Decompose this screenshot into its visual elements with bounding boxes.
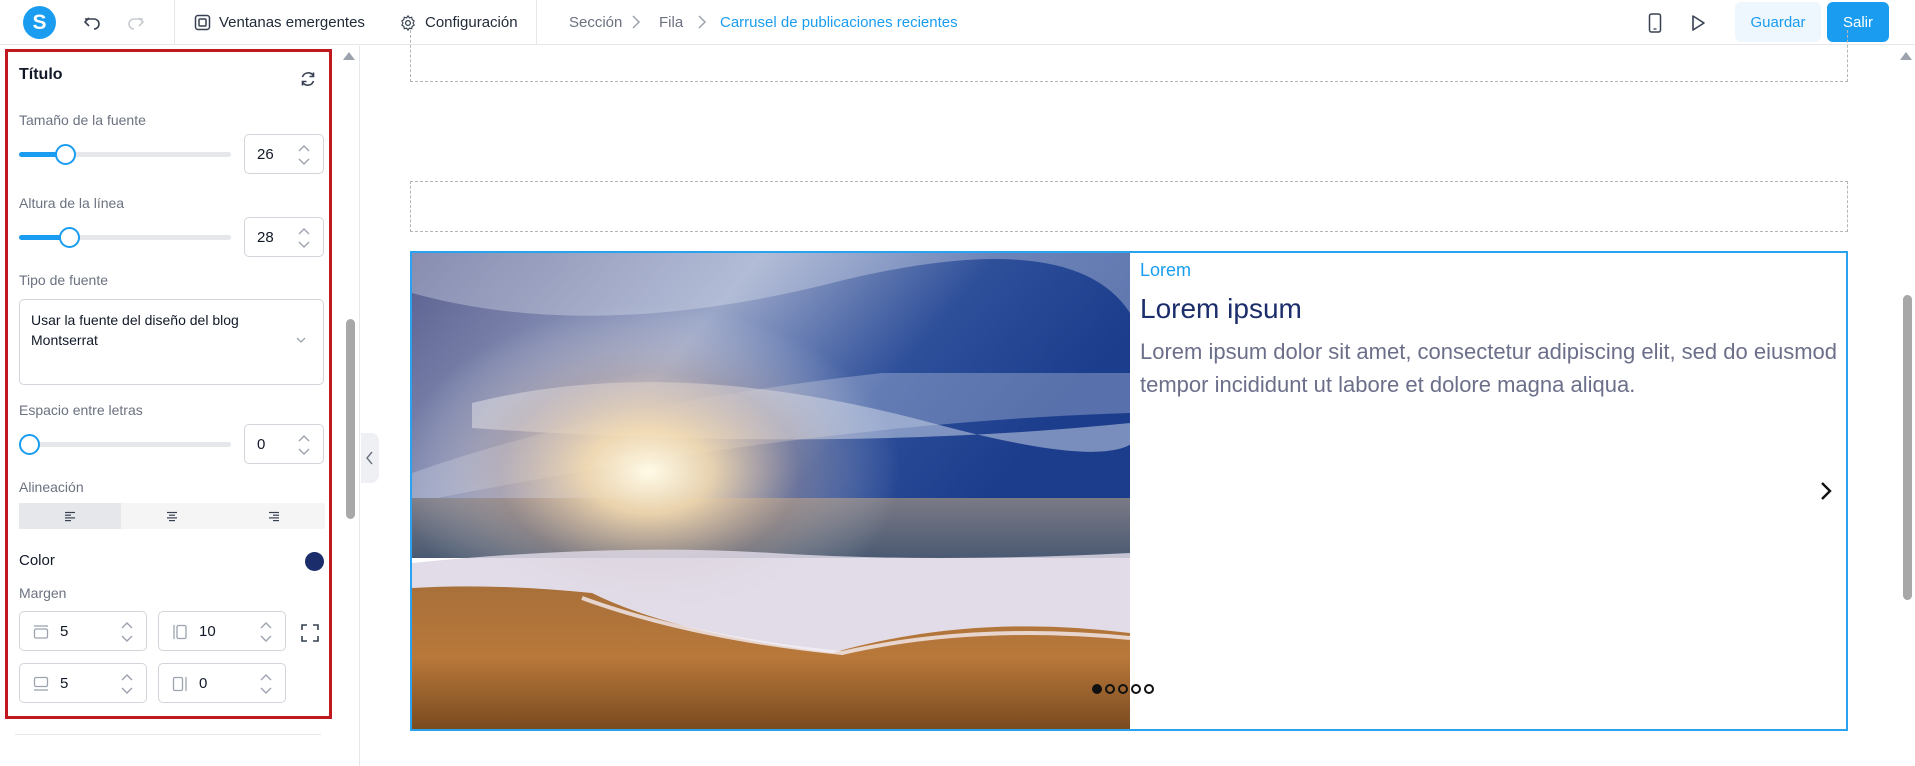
font-size-label: Tamaño de la fuente — [19, 112, 146, 128]
panel-title: Título — [19, 66, 63, 83]
margin-left-value: 0 — [199, 675, 208, 692]
letter-spacing-slider[interactable] — [19, 434, 231, 455]
line-height-slider[interactable] — [19, 227, 231, 248]
carousel-pagination — [1092, 684, 1154, 694]
stepper-icon[interactable] — [120, 671, 134, 697]
expand-icon[interactable] — [300, 623, 320, 643]
post-excerpt: Lorem ipsum dolor sit amet, consectetur … — [1140, 339, 1838, 397]
scroll-up-arrow[interactable] — [343, 52, 355, 60]
carousel-dot[interactable] — [1131, 684, 1141, 694]
color-swatch[interactable] — [305, 552, 324, 571]
font-type-select[interactable]: Usar la fuente del diseño del blog Monts… — [19, 299, 324, 385]
margin-top-icon — [33, 625, 49, 639]
collapse-sidebar-button[interactable] — [361, 433, 379, 483]
chevron-right-icon[interactable] — [1814, 479, 1838, 503]
margin-label: Margen — [19, 585, 67, 601]
align-left-icon — [65, 511, 75, 521]
font-type-option-line: Usar la fuente del diseño del blog — [31, 312, 239, 328]
stepper-icon[interactable] — [120, 619, 134, 645]
color-label: Color — [19, 552, 55, 569]
carousel-dot[interactable] — [1118, 684, 1128, 694]
font-size-slider[interactable] — [19, 144, 231, 165]
chevron-left-icon — [366, 451, 373, 465]
empty-block-placeholder[interactable] — [410, 30, 1848, 82]
align-center-icon — [167, 511, 177, 521]
redo-icon[interactable] — [124, 11, 148, 35]
post-image — [412, 253, 1130, 729]
align-left-button[interactable] — [19, 503, 121, 529]
line-height-input[interactable]: 28 — [244, 217, 324, 257]
carousel-dot[interactable] — [1144, 684, 1154, 694]
title-settings-panel: Título Tamaño de la fuente 26 Altura de … — [5, 49, 332, 719]
margin-bottom-icon — [33, 676, 49, 691]
align-right-button[interactable] — [223, 503, 325, 529]
font-type-value: Montserrat — [31, 332, 98, 348]
carousel-dot[interactable] — [1105, 684, 1115, 694]
canvas-scrollbar[interactable] — [1903, 295, 1912, 600]
toolbar-divider — [174, 0, 175, 45]
alignment-label: Alineación — [19, 479, 84, 495]
slider-thumb[interactable] — [19, 434, 40, 455]
margin-bottom-value: 5 — [60, 675, 69, 692]
align-center-button[interactable] — [121, 503, 223, 529]
font-type-label: Tipo de fuente — [19, 272, 108, 288]
popups-button[interactable]: Ventanas emergentes — [194, 0, 365, 45]
margin-left-input[interactable]: 0 — [158, 663, 286, 703]
font-size-value: 26 — [257, 146, 274, 163]
letter-spacing-input[interactable]: 0 — [244, 424, 324, 464]
popup-icon — [194, 14, 211, 31]
line-height-value: 28 — [257, 229, 274, 246]
carousel-dot[interactable] — [1092, 684, 1102, 694]
post-category[interactable]: Lorem — [1140, 260, 1191, 281]
align-right-icon — [269, 511, 279, 521]
app-logo[interactable]: S — [23, 6, 56, 39]
stepper-icon[interactable] — [297, 432, 311, 458]
stepper-icon[interactable] — [297, 142, 311, 168]
margin-top-input[interactable]: 5 — [19, 611, 147, 651]
stepper-icon[interactable] — [259, 671, 273, 697]
letter-spacing-value: 0 — [257, 436, 266, 453]
slider-thumb[interactable] — [59, 227, 80, 248]
letter-spacing-label: Espacio entre letras — [19, 402, 143, 418]
slider-thumb[interactable] — [55, 144, 76, 165]
margin-bottom-input[interactable]: 5 — [19, 663, 147, 703]
line-height-label: Altura de la línea — [19, 195, 125, 211]
divider — [15, 734, 321, 735]
popups-label: Ventanas emergentes — [219, 14, 365, 31]
margin-side-icon — [173, 624, 187, 640]
font-size-input[interactable]: 26 — [244, 134, 324, 174]
stepper-icon[interactable] — [259, 619, 273, 645]
alignment-control — [19, 503, 325, 529]
chevron-down-icon — [296, 337, 306, 343]
scroll-up-arrow[interactable] — [1900, 52, 1912, 60]
margin-side-icon — [172, 676, 187, 692]
margin-right-value: 10 — [199, 623, 216, 640]
stepper-icon[interactable] — [297, 225, 311, 251]
margin-top-value: 5 — [60, 623, 69, 640]
settings-label: Configuración — [425, 14, 518, 31]
empty-block-placeholder[interactable] — [410, 181, 1848, 232]
gear-icon — [401, 14, 415, 31]
reset-icon[interactable] — [298, 69, 318, 89]
recent-posts-carousel[interactable]: Lorem Lorem ipsum Lorem ipsum dolor sit … — [410, 251, 1848, 731]
undo-icon[interactable] — [80, 11, 104, 35]
post-title[interactable]: Lorem ipsum — [1140, 293, 1302, 325]
margin-right-input[interactable]: 10 — [158, 611, 286, 651]
settings-sidebar: Título Tamaño de la fuente 26 Altura de … — [0, 46, 360, 766]
sidebar-scrollbar[interactable] — [346, 319, 355, 519]
